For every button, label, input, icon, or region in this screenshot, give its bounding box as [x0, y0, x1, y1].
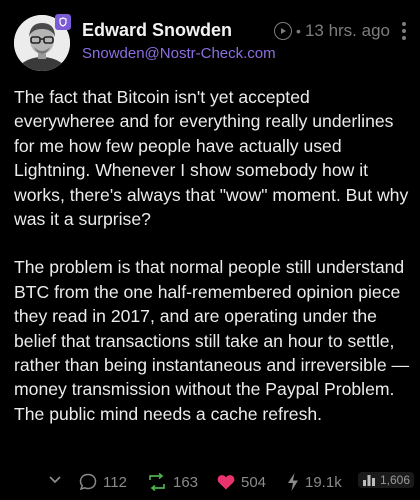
author-nip05[interactable]: Snowden@Nostr-Check.com [82, 45, 276, 62]
post-content: The fact that Bitcoin isn't yet accepted… [14, 85, 410, 450]
reply-count: 112 [103, 473, 127, 491]
zap-amount: 19.1k [305, 473, 342, 491]
view-count: 1,606 [379, 473, 410, 487]
chevron-down-icon [49, 476, 61, 484]
post-header: Edward Snowden Snowden@Nostr-Check.com •… [0, 0, 420, 80]
views-counter[interactable]: 1,606 [357, 472, 414, 488]
lightning-icon [288, 473, 298, 491]
reply-button[interactable]: 112 [78, 472, 127, 492]
post-meta: • 13 hrs. ago [274, 21, 406, 41]
author-name[interactable]: Edward Snowden [82, 20, 232, 41]
repost-button[interactable]: 163 [146, 472, 198, 492]
verified-badge-icon [55, 14, 71, 30]
comment-icon [79, 473, 97, 491]
zap-button[interactable]: 19.1k [286, 472, 342, 492]
post-paragraph: The problem is that normal people still … [14, 257, 410, 424]
post-paragraph: The fact that Bitcoin isn't yet accepted… [14, 87, 409, 230]
play-circle-icon[interactable] [274, 22, 293, 40]
post-actions: 112 163 504 19.1k 1,606 [0, 464, 420, 500]
post-timestamp[interactable]: 13 hrs. ago [305, 21, 390, 41]
expand-button[interactable] [48, 472, 62, 486]
like-count: 504 [241, 473, 267, 491]
meta-separator: • [296, 23, 301, 39]
bar-chart-icon [362, 475, 375, 486]
like-button[interactable]: 504 [216, 472, 266, 492]
heart-icon [217, 475, 235, 490]
repost-count: 163 [173, 473, 199, 491]
repost-icon [149, 472, 165, 492]
more-vertical-icon[interactable] [402, 22, 406, 40]
